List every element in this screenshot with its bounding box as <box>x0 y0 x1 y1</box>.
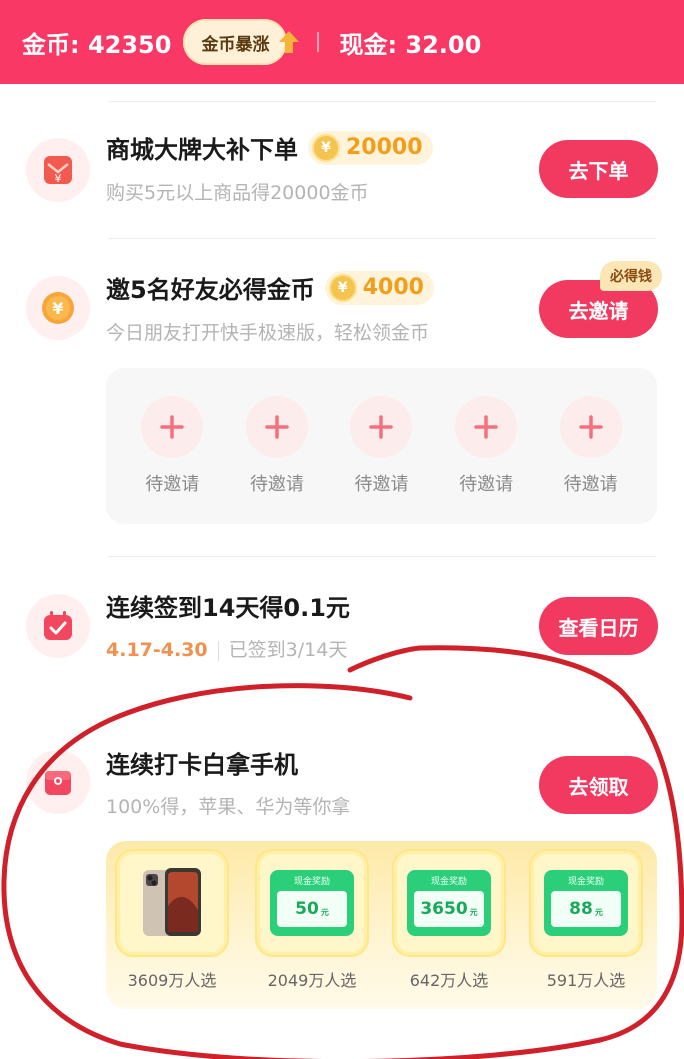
prize-cash[interactable]: 现金奖励 88 元 591万人选 <box>530 851 642 991</box>
prize-card: 现金奖励 3650 元 <box>394 851 504 955</box>
task-title-text: 连续签到14天得0.1元 <box>106 594 350 622</box>
coins-balance: 金币: 42350 <box>22 30 172 59</box>
date-range: 4.17-4.30 <box>106 639 208 661</box>
claim-button[interactable]: 去领取 <box>539 756 658 814</box>
cash-voucher-head: 现金奖励 <box>430 877 467 887</box>
prize-label: 642万人选 <box>409 971 489 990</box>
svg-text:¥: ¥ <box>55 172 62 185</box>
svg-text:¥: ¥ <box>52 299 63 318</box>
prize-card: 现金奖励 88 元 <box>531 851 641 955</box>
calendar-icon <box>26 594 90 658</box>
invite-slot-label: 待邀请 <box>249 474 304 495</box>
cash-amount-value: 3650 <box>420 899 468 919</box>
top-bar: 金币: 42350 金币暴涨 现金: 32.00 <box>0 0 684 84</box>
prize-label: 2049万人选 <box>267 971 357 990</box>
invite-slots-panel: 待邀请 待邀请 待邀请 待邀请 待邀请 <box>106 368 657 524</box>
prize-card <box>117 851 227 955</box>
invite-slot[interactable]: 待邀请 <box>455 396 518 496</box>
plus-icon <box>559 396 622 458</box>
prize-label: 591万人选 <box>546 971 626 990</box>
checked-days: 已签到3/14天 <box>228 639 348 661</box>
prize-phone[interactable]: 3609万人选 <box>116 851 228 991</box>
reward-value: 4000 <box>362 275 424 300</box>
cash-amount-value: 88 <box>569 899 593 919</box>
cash-unit: 元 <box>594 907 603 917</box>
cash-balance: 现金: 32.00 <box>339 30 482 59</box>
plus-icon <box>245 396 308 458</box>
divider <box>108 556 656 557</box>
task-title: 商城大牌大补下单 ¥ 20000 <box>106 130 433 165</box>
cash-unit: 元 <box>469 907 478 917</box>
reward-badge: ¥ 4000 <box>324 270 434 305</box>
coin-icon: ¥ <box>328 273 357 302</box>
up-arrow-icon <box>279 31 300 53</box>
cash-amount: 50 元 <box>277 891 347 927</box>
invite-slot-label: 待邀请 <box>459 474 514 495</box>
header-separator <box>317 32 320 52</box>
place-order-button[interactable]: 去下单 <box>539 140 658 198</box>
task-title-text: 商城大牌大补下单 <box>106 136 298 164</box>
reward-badge: ¥ 20000 <box>308 130 433 165</box>
guaranteed-money-badge: 必得钱 <box>600 261 662 291</box>
task-subtitle: 今日朋友打开快手极速版，轻松领金币 <box>106 322 430 344</box>
task-subtitle: 100%得，苹果、华为等你拿 <box>106 796 351 818</box>
coin-boost-label: 金币暴涨 <box>201 34 270 55</box>
divider <box>108 238 656 239</box>
cash-voucher-head: 现金奖励 <box>293 877 330 887</box>
plus-icon <box>455 396 518 458</box>
invite-slot[interactable]: 待邀请 <box>245 396 308 496</box>
prize-label: 3609万人选 <box>127 971 217 990</box>
cash-voucher: 现金奖励 50 元 <box>270 870 354 936</box>
plus-icon <box>350 396 413 458</box>
prize-panel: 3609万人选 现金奖励 50 元 2049万人选 现金奖励 3650 元 64… <box>106 841 657 1009</box>
cash-amount: 3650 元 <box>414 891 484 927</box>
invite-slot-label: 待邀请 <box>354 474 409 495</box>
phone-image-icon <box>143 868 201 936</box>
cash-amount: 88 元 <box>551 891 621 927</box>
divider <box>108 101 656 102</box>
coin-icon: ¥ <box>26 276 90 340</box>
red-envelope-icon: ¥ <box>26 138 90 202</box>
task-title-text: 邀5名好友必得金币 <box>106 276 315 304</box>
plus-icon <box>141 396 204 458</box>
invite-slot[interactable]: 待邀请 <box>141 396 204 496</box>
invite-slot[interactable]: 待邀请 <box>559 396 622 496</box>
prize-card: 现金奖励 50 元 <box>257 851 367 955</box>
task-title-text: 连续打卡白拿手机 <box>106 751 298 779</box>
invite-slot-label: 待邀请 <box>563 474 618 495</box>
reward-value: 20000 <box>346 135 423 160</box>
task-title: 连续打卡白拿手机 <box>106 745 298 780</box>
task-title: 连续签到14天得0.1元 <box>106 588 350 623</box>
invite-slot[interactable]: 待邀请 <box>350 396 413 496</box>
task-title: 邀5名好友必得金币 ¥ 4000 <box>106 270 434 305</box>
invite-slot-label: 待邀请 <box>145 474 200 495</box>
coin-boost-button[interactable]: 金币暴涨 <box>183 19 300 65</box>
cash-voucher: 现金奖励 3650 元 <box>407 870 491 936</box>
prize-cash[interactable]: 现金奖励 3650 元 642万人选 <box>393 851 505 991</box>
cash-unit: 元 <box>320 907 329 917</box>
separator <box>217 640 219 661</box>
cash-voucher-head: 现金奖励 <box>567 877 604 887</box>
gift-box-icon <box>26 750 90 814</box>
task-subtitle: 购买5元以上商品得20000金币 <box>106 182 369 204</box>
cash-amount-value: 50 <box>295 899 319 919</box>
view-calendar-button[interactable]: 查看日历 <box>539 597 658 655</box>
task-progress: 4.17-4.30 已签到3/14天 <box>106 635 347 662</box>
prize-cash[interactable]: 现金奖励 50 元 2049万人选 <box>256 851 368 991</box>
coin-icon: ¥ <box>312 133 340 162</box>
cash-voucher: 现金奖励 88 元 <box>544 870 628 936</box>
